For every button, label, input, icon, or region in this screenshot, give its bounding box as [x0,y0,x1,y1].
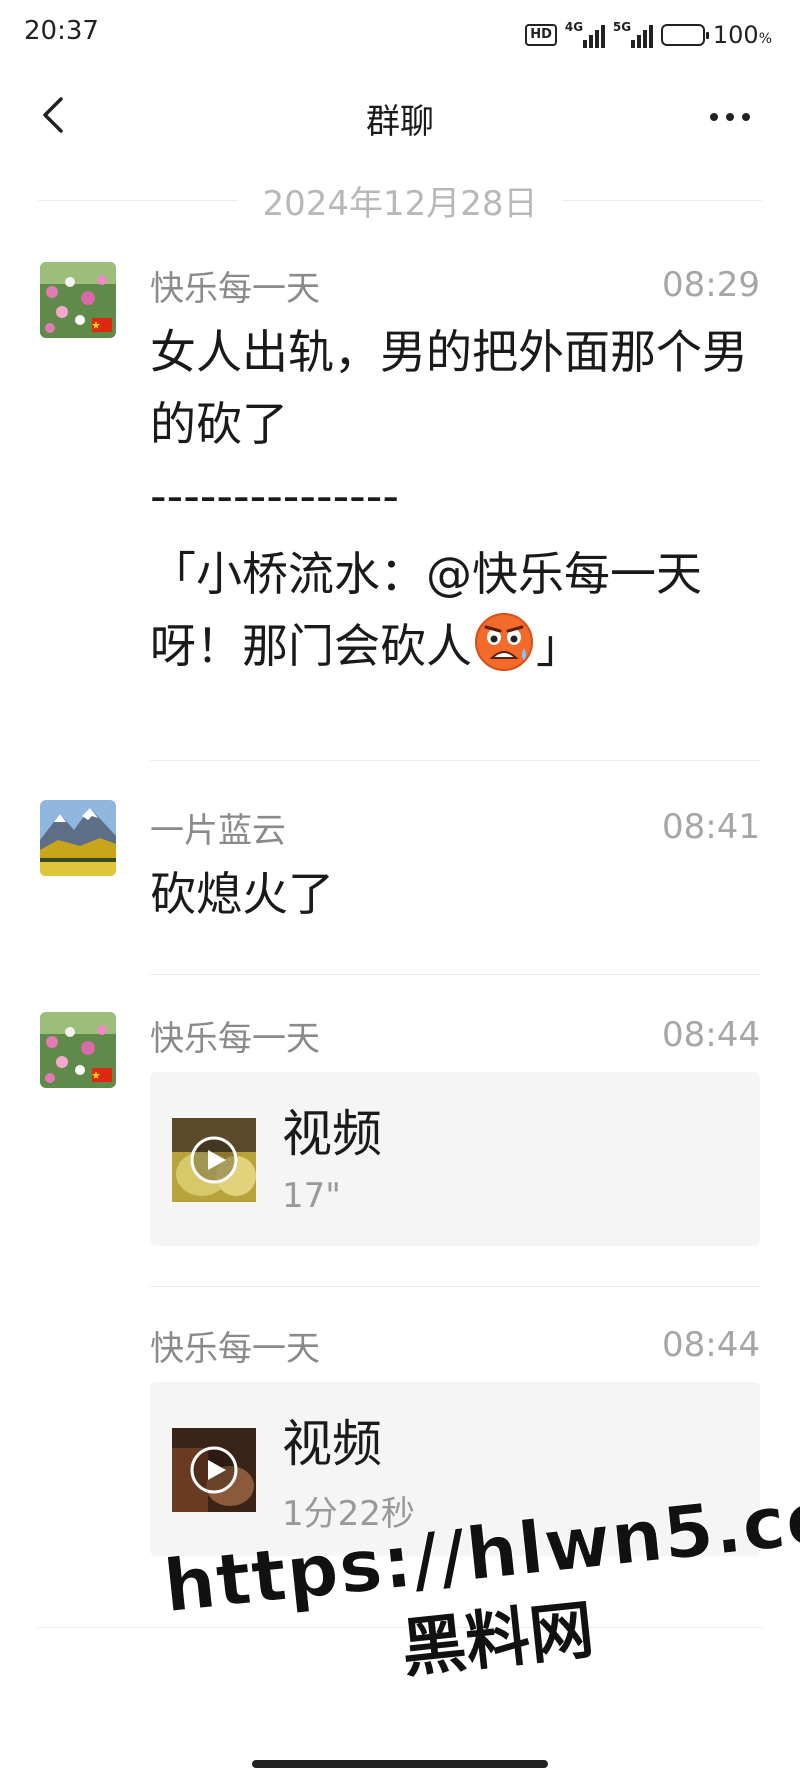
avatar[interactable] [40,1012,116,1088]
chat-header: 群聊 [0,72,800,162]
quote-divider: --------------- [150,469,399,523]
sender-name[interactable]: 快乐每一天 [150,261,320,310]
signal-4g-icon: 4G [564,20,605,48]
message-separator [150,760,760,761]
message-time: 08:41 [662,807,760,847]
status-bar: 20:37 HD 4G 5G 100% [0,0,800,70]
message-time: 08:44 [662,1015,760,1055]
message-separator [150,1286,760,1287]
sender-name[interactable]: 快乐每一天 [150,1011,320,1060]
video-card[interactable]: 视频 17" [150,1072,760,1246]
status-time: 20:37 [24,16,99,46]
mountain-avatar-icon [40,800,116,876]
home-indicator[interactable] [252,1760,548,1768]
message-time: 08:44 [662,1325,760,1365]
message-time: 08:29 [662,265,760,305]
avatar[interactable] [40,262,116,338]
hd-icon: HD [525,24,557,46]
status-indicators: HD 4G 5G 100% [525,18,772,52]
play-icon [172,1118,256,1202]
quote-text: 「小桥流水：@快乐每一天 呀！那门会砍人 [150,547,702,673]
message-text: 砍熄火了 [150,867,334,921]
sweat-frown-emoji-icon [475,613,533,671]
quoted-message: 「小桥流水：@快乐每一天 呀！那门会砍人 」 [150,538,760,682]
page-title: 群聊 [366,102,434,142]
play-icon [172,1428,256,1512]
video-thumbnail[interactable] [172,1428,256,1512]
signal-5g-icon: 5G [612,20,653,48]
message-separator [150,974,760,975]
video-thumbnail[interactable] [172,1118,256,1202]
date-label: 2024年12月28日 [262,184,538,224]
sender-name[interactable]: 快乐每一天 [150,1321,320,1370]
video-duration: 17" [282,1176,341,1216]
more-horizontal-icon [710,113,718,121]
network-4g-label: 4G [564,20,584,34]
battery-percent: 100% [712,21,772,49]
video-title: 视频 [282,1105,382,1163]
message-text: 女人出轨，男的把外面那个男的砍了 [150,325,748,451]
avatar[interactable] [40,800,116,876]
more-options-button[interactable] [700,92,760,142]
flower-avatar-icon [40,262,116,338]
flower-avatar-icon [40,1012,116,1088]
sender-name[interactable]: 一片蓝云 [150,803,286,852]
network-5g-label: 5G [612,20,632,34]
quote-end: 」 [536,619,582,673]
video-title: 视频 [282,1415,382,1473]
battery-icon [660,24,709,46]
date-divider: 2024年12月28日 [38,178,762,224]
